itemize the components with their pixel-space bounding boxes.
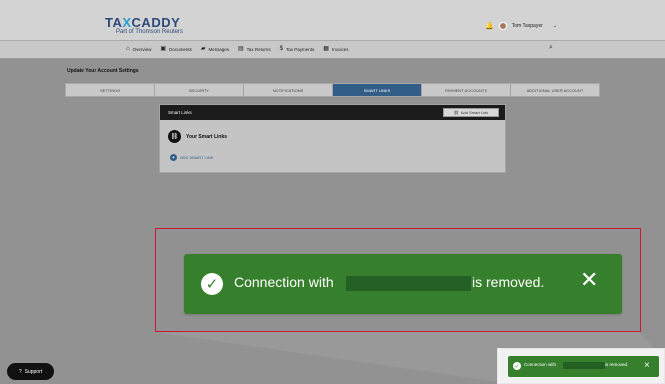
taxcaddy-logo[interactable]: TAXCADDY Part of Thomson Reuters <box>105 16 183 36</box>
close-icon[interactable]: × <box>644 360 650 371</box>
mini-redacted-connection-name <box>563 362 605 369</box>
help-icon: ? <box>18 368 22 375</box>
panel-title: Smart Links <box>168 110 192 115</box>
nav-documents[interactable]: ▣ Documents <box>160 46 191 52</box>
tab-smart-links[interactable]: SMART LINKS <box>333 84 422 96</box>
main-navigation: ⌂ Overview ▣ Documents ▰ Messages ▤ Tax Retu… <box>0 40 665 59</box>
settings-tabs: SETTINGS SECURITY NOTIFICATIONS SMART LI… <box>65 83 600 97</box>
tab-security[interactable]: SECURITY <box>155 84 244 96</box>
invoices-icon: ▦ <box>323 46 329 52</box>
messages-icon: ▰ <box>200 46 206 52</box>
mini-connection-removed-toast: ✓ Connection with is removed. × <box>508 356 659 377</box>
home-icon: ⌂ <box>126 46 130 52</box>
user-name: Tom Taxpayer <box>511 23 543 29</box>
support-button[interactable]: ? Support <box>7 363 54 380</box>
smart-link-icon: ⛓ <box>168 130 181 143</box>
logo-wordmark: TAXCADDY <box>105 15 181 30</box>
smart-links-panel: Smart Links ⛓ Add Smart Link ⛓ Your Smar… <box>159 104 506 173</box>
nav-overview[interactable]: ⌂ Overview <box>126 46 151 52</box>
toast-message-prefix: Connection with <box>234 274 334 290</box>
tax-payments-icon: $ <box>279 46 283 52</box>
bell-icon[interactable]: 🔔 <box>485 22 494 30</box>
logo-tagline: Part of Thomson Reuters <box>116 29 183 35</box>
plus-icon: + <box>170 154 177 161</box>
top-header: TAXCADDY Part of Thomson Reuters 🔔 Tom T… <box>0 0 665 40</box>
nav-messages[interactable]: ▰ Messages <box>201 46 229 52</box>
page-title: Update Your Account Settings <box>67 68 139 74</box>
documents-icon: ▣ <box>160 46 167 52</box>
redacted-connection-name <box>346 276 471 291</box>
toast-message-suffix: is removed. <box>472 274 545 290</box>
tab-additional-user-account[interactable]: ADDITIONAL USER ACCOUNT <box>511 84 599 96</box>
link-icon: ⛓ <box>453 110 459 115</box>
nav-tax-returns[interactable]: ▤ Tax Returns <box>238 46 271 52</box>
nav-tax-payments[interactable]: $ Tax Payments <box>280 46 315 52</box>
tab-notifications[interactable]: NOTIFICATIONS <box>244 84 333 96</box>
chevron-down-icon[interactable]: ⌄ <box>553 23 557 29</box>
tab-payment-accounts[interactable]: PAYMENT ACCOUNTS <box>422 84 511 96</box>
avatar <box>498 22 507 30</box>
tax-returns-icon: ▤ <box>237 46 244 52</box>
add-smart-link-link[interactable]: + ADD SMART LINK <box>170 154 213 161</box>
app-page: TAXCADDY Part of Thomson Reuters 🔔 Tom T… <box>0 0 665 384</box>
add-smart-link-button[interactable]: ⛓ Add Smart Link <box>443 108 499 117</box>
mini-toast-prefix: Connection with <box>524 362 557 367</box>
connection-removed-toast: ✓ Connection with is removed. ✕ <box>184 254 622 314</box>
user-menu[interactable]: 🔔 Tom Taxpayer ⌄ <box>485 22 557 30</box>
close-icon[interactable]: ✕ <box>580 269 598 291</box>
search-icon[interactable]: ⌕ <box>549 44 553 52</box>
mini-toast-suffix: is removed. <box>605 362 629 367</box>
nav-invoices[interactable]: ▦ Invoices <box>323 46 348 52</box>
check-circle-icon: ✓ <box>201 273 223 295</box>
your-smart-links-title: Your Smart Links <box>186 134 228 140</box>
check-circle-icon: ✓ <box>513 362 521 370</box>
tab-settings[interactable]: SETTINGS <box>66 84 155 96</box>
